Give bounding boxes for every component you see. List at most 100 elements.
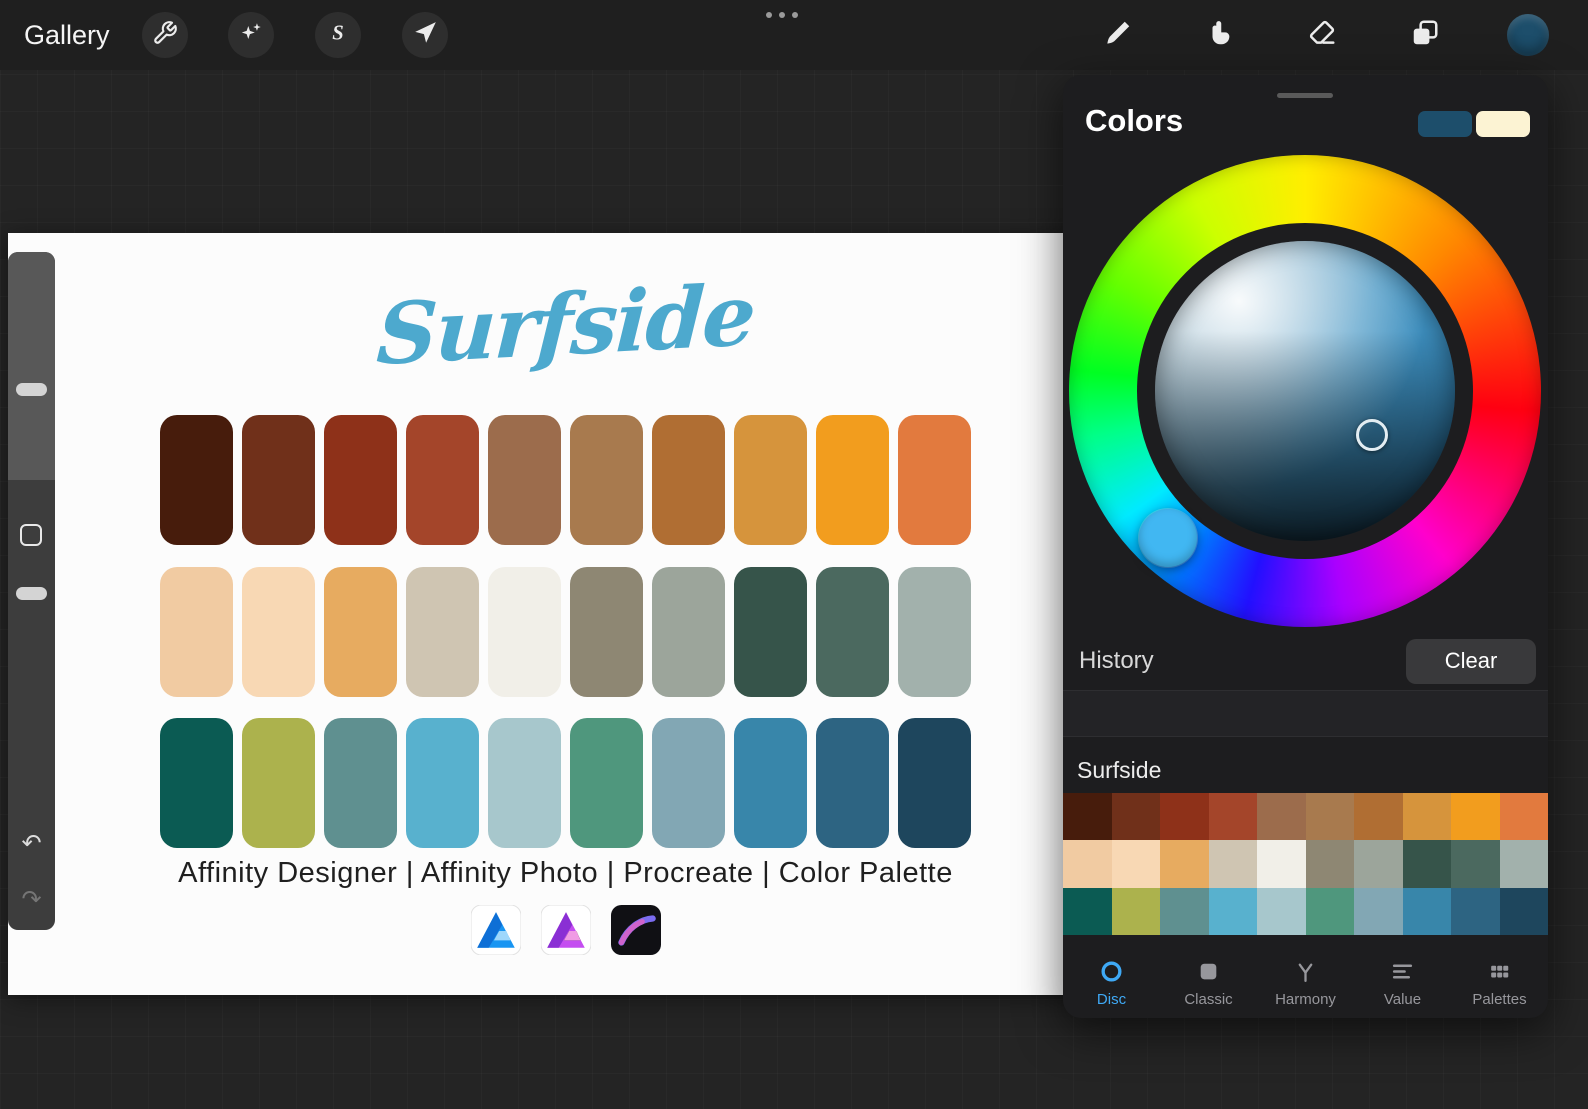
secondary-color-swatch[interactable]	[1476, 111, 1530, 137]
current-color-button[interactable]	[1507, 14, 1549, 56]
palette-swatch[interactable]	[1208, 793, 1257, 841]
palette-swatch[interactable]	[1499, 840, 1548, 888]
canvas-color-swatch	[570, 567, 643, 697]
selection-button[interactable]: S	[315, 12, 361, 58]
swatch-row-1	[160, 415, 971, 545]
palette-swatch[interactable]	[1354, 887, 1403, 935]
tab-harmony[interactable]: Harmony	[1257, 951, 1354, 1018]
palette-swatch[interactable]	[1354, 793, 1403, 841]
palette-swatch[interactable]	[1063, 793, 1112, 841]
palette-swatch[interactable]	[1499, 887, 1548, 935]
tab-disc-label: Disc	[1096, 991, 1127, 1008]
procreate-window: Gallery S Surfside Affinity Designer | A…	[0, 0, 1588, 1109]
swatch-row-3	[160, 718, 971, 848]
palette-swatch[interactable]	[1257, 887, 1306, 935]
palette-grid	[1063, 793, 1548, 935]
tab-value[interactable]: Value	[1354, 951, 1451, 1018]
canvas-color-swatch	[406, 567, 479, 697]
adjustments-button[interactable]	[228, 12, 274, 58]
undo-button[interactable]: ↶	[8, 832, 55, 856]
primary-color-swatch[interactable]	[1418, 111, 1472, 137]
artwork-caption: Affinity Designer | Affinity Photo | Pro…	[178, 857, 953, 889]
palette-swatch[interactable]	[1111, 840, 1160, 888]
brush-size-slider[interactable]	[16, 383, 47, 396]
gallery-button[interactable]: Gallery	[24, 0, 110, 70]
tab-palettes[interactable]: Palettes	[1451, 951, 1548, 1018]
redo-icon: ↷	[21, 886, 42, 913]
hue-selector[interactable]	[1139, 509, 1197, 567]
palette-swatch[interactable]	[1257, 793, 1306, 841]
tab-palettes-label: Palettes	[1472, 991, 1527, 1008]
palette-swatch[interactable]	[1160, 887, 1209, 935]
more-options-icon[interactable]	[766, 12, 798, 18]
tab-value-label: Value	[1383, 991, 1422, 1008]
palette-swatch[interactable]	[1063, 887, 1112, 935]
clear-history-button[interactable]: Clear	[1406, 638, 1536, 684]
palette-swatch[interactable]	[1257, 840, 1306, 888]
app-icons-row	[160, 904, 971, 960]
redo-button[interactable]: ↷	[8, 888, 55, 912]
canvas-color-swatch	[406, 415, 479, 545]
palette-swatch[interactable]	[1402, 887, 1451, 935]
artwork-canvas[interactable]: Surfside Affinity Designer | Affinity Ph…	[8, 233, 1100, 995]
paint-button[interactable]	[1095, 12, 1141, 58]
swatch-row-2	[160, 567, 971, 697]
transform-button[interactable]	[402, 12, 448, 58]
canvas-color-swatch	[734, 415, 807, 545]
smudge-button[interactable]	[1197, 12, 1243, 58]
sparkles-icon	[238, 20, 264, 51]
top-toolbar: Gallery S	[0, 0, 1588, 70]
palette-swatch[interactable]	[1354, 840, 1403, 888]
history-swatches	[1063, 690, 1548, 737]
palette-swatch[interactable]	[1160, 840, 1209, 888]
layers-button[interactable]	[1402, 12, 1448, 58]
harmony-icon	[1298, 963, 1313, 983]
smudge-finger-icon	[1205, 18, 1235, 53]
erase-button[interactable]	[1299, 12, 1345, 58]
canvas-color-swatch	[488, 415, 561, 545]
canvas-color-swatch	[652, 718, 725, 848]
canvas-color-swatch	[242, 718, 315, 848]
palette-swatch[interactable]	[1499, 793, 1548, 841]
palette-swatch[interactable]	[1305, 793, 1354, 841]
layers-icon	[1410, 18, 1440, 53]
tab-disc[interactable]: Disc	[1063, 951, 1160, 1018]
canvas-color-swatch	[160, 567, 233, 697]
canvas-color-swatch	[570, 415, 643, 545]
palette-swatch[interactable]	[1160, 793, 1209, 841]
palette-swatch[interactable]	[1111, 793, 1160, 841]
color-wheel	[1069, 155, 1541, 627]
palette-swatch[interactable]	[1305, 887, 1354, 935]
affinity-designer-icon	[469, 904, 522, 960]
brush-size-track[interactable]	[8, 252, 55, 480]
canvas-color-swatch	[816, 415, 889, 545]
brush-icon	[1103, 18, 1133, 53]
saturation-brightness-disc[interactable]	[1155, 241, 1455, 541]
opacity-slider[interactable]	[16, 587, 47, 600]
canvas-color-swatch	[406, 718, 479, 848]
palette-swatch[interactable]	[1305, 840, 1354, 888]
palette-swatch[interactable]	[1451, 840, 1500, 888]
procreate-icon	[610, 905, 661, 960]
palette-swatch[interactable]	[1451, 793, 1500, 841]
palette-swatch[interactable]	[1111, 887, 1160, 935]
affinity-photo-icon	[539, 904, 592, 960]
palette-swatch[interactable]	[1402, 840, 1451, 888]
selection-s-icon: S	[325, 20, 351, 51]
tab-classic[interactable]: Classic	[1160, 951, 1257, 1018]
palette-swatch[interactable]	[1208, 840, 1257, 888]
tab-classic-label: Classic	[1184, 991, 1233, 1008]
canvas-color-swatch	[324, 567, 397, 697]
canvas-color-swatch	[734, 567, 807, 697]
palette-swatch[interactable]	[1208, 887, 1257, 935]
palette-swatch[interactable]	[1451, 887, 1500, 935]
palette-swatch[interactable]	[1402, 793, 1451, 841]
disc-selector[interactable]	[1356, 419, 1388, 451]
modify-button[interactable]	[20, 524, 42, 546]
panel-drag-handle[interactable]	[1277, 93, 1333, 98]
canvas-color-swatch	[324, 415, 397, 545]
palette-swatch[interactable]	[1063, 840, 1112, 888]
history-row: History Clear	[1079, 635, 1536, 687]
actions-button[interactable]	[142, 12, 188, 58]
arrow-cursor-icon	[412, 20, 438, 51]
